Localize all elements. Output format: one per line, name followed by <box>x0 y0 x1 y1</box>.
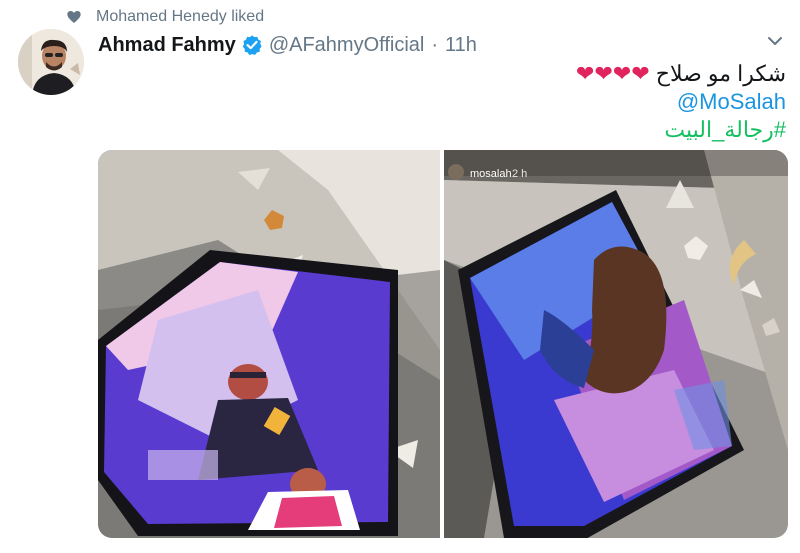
tv-photo-left <box>98 150 440 538</box>
media-gallery: mosalah 2 h <box>98 150 788 538</box>
story-time: 2 h <box>512 168 527 180</box>
media-photo-right[interactable]: mosalah 2 h <box>444 150 788 538</box>
tv-photo-right: mosalah 2 h <box>444 150 788 538</box>
tweet-hashtag-line: #رجالة_البيت <box>286 116 786 144</box>
media-photo-left[interactable] <box>98 150 440 538</box>
avatar-image <box>18 29 84 95</box>
avatar[interactable] <box>18 29 84 95</box>
verified-badge-icon <box>242 35 262 55</box>
author-handle[interactable]: @AFahmyOfficial <box>269 34 425 57</box>
tweet-header: Ahmad Fahmy @AFahmyOfficial · 11h <box>98 32 477 58</box>
story-username: mosalah <box>470 168 512 180</box>
hashtag-link[interactable]: #رجالة_البيت <box>664 117 786 142</box>
header-separator: · <box>431 33 439 56</box>
mention-link[interactable]: @MoSalah <box>677 89 786 114</box>
chevron-down-icon[interactable] <box>766 34 784 48</box>
tweet-text-arabic: شكرا مو صلاح <box>655 61 786 86</box>
heart-icon <box>67 11 81 23</box>
tweet-timestamp[interactable]: 11h <box>445 34 477 57</box>
author-name[interactable]: Ahmad Fahmy <box>98 34 236 57</box>
social-context[interactable]: Mohamed Henedy liked <box>66 6 264 28</box>
tweet-text-line: شكرا مو صلاح ❤❤❤❤ <box>286 60 786 88</box>
liked-by-text[interactable]: Mohamed Henedy liked <box>96 8 264 26</box>
tweet-text: شكرا مو صلاح ❤❤❤❤ @MoSalah #رجالة_البيت <box>286 60 786 144</box>
tweet-mention-line: @MoSalah <box>286 88 786 116</box>
red-hearts-emoji: ❤❤❤❤ <box>575 61 650 86</box>
